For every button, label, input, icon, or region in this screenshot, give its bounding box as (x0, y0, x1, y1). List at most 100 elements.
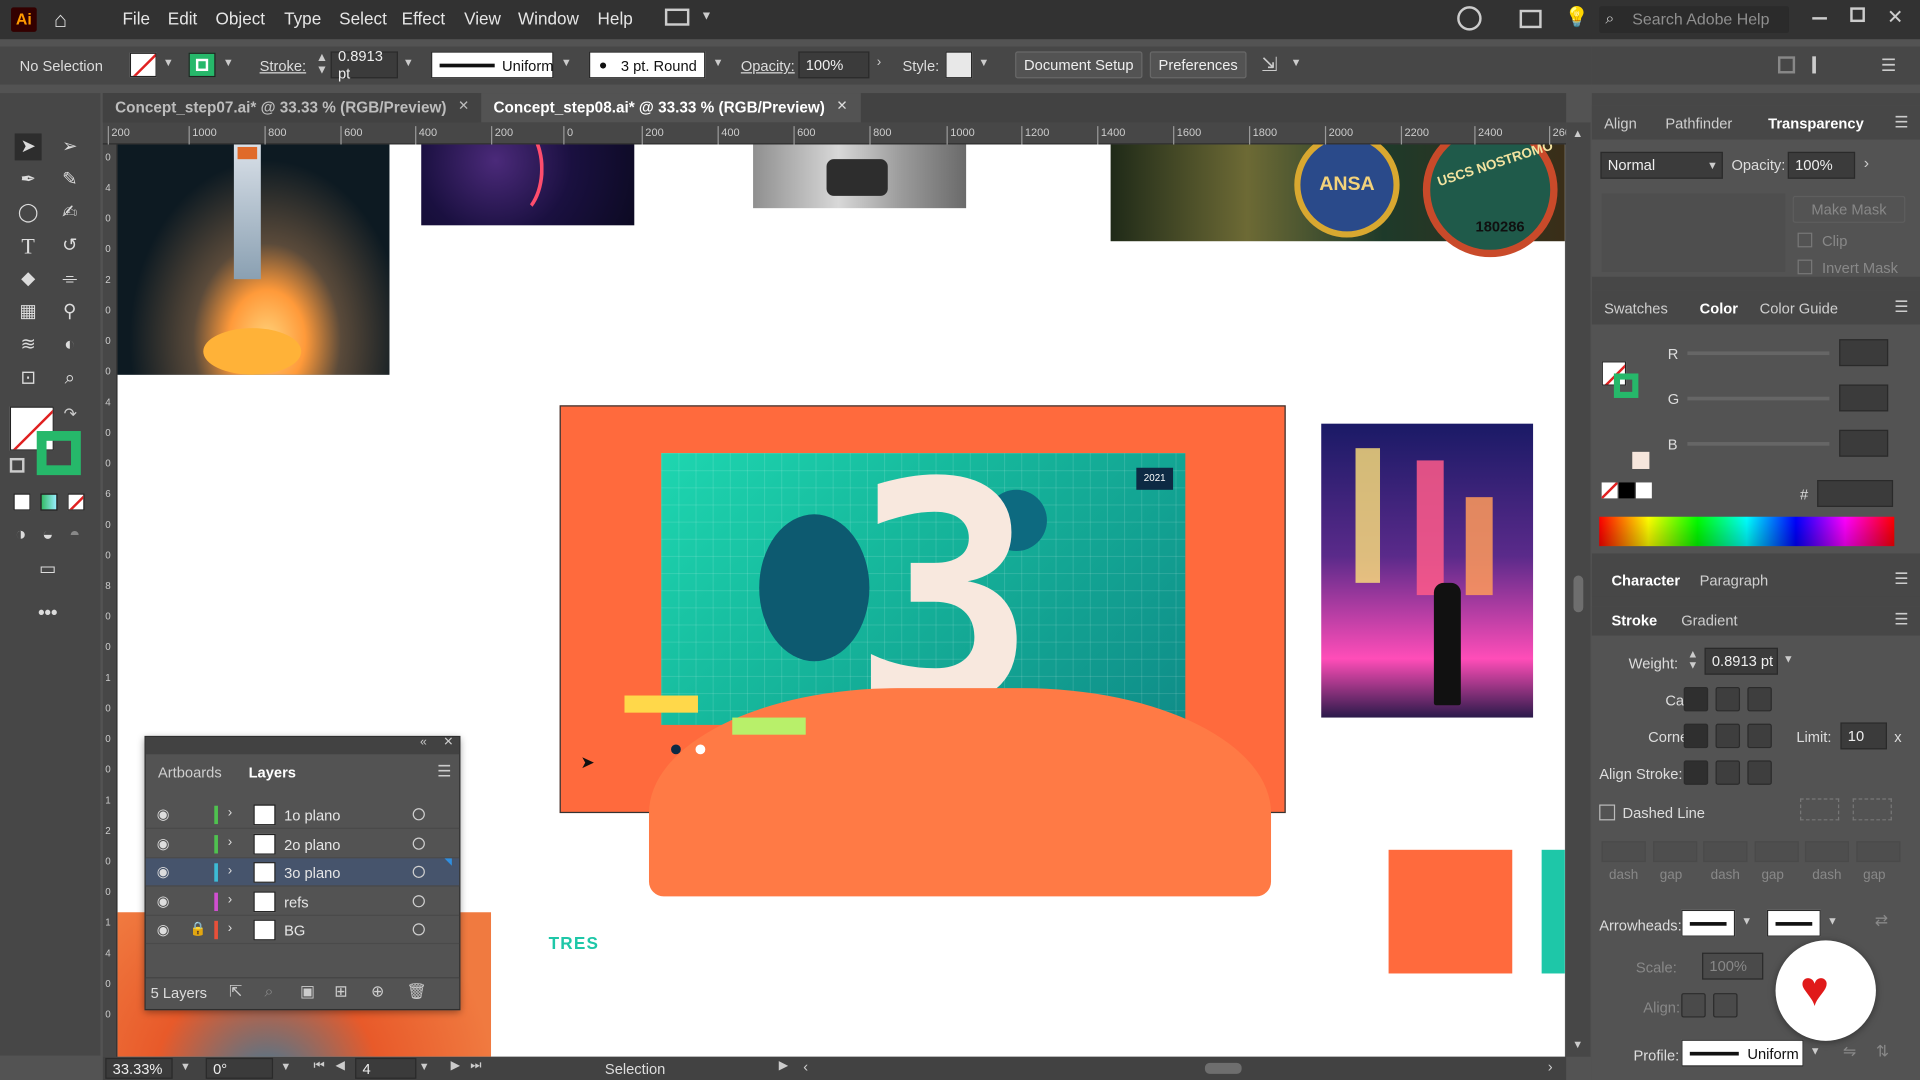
chevron-down-icon[interactable]: ▼ (1291, 56, 1302, 68)
stroke-weight-input[interactable]: 0.8913 pt (330, 48, 398, 82)
end-arrowhead-select[interactable] (1766, 909, 1821, 937)
draw-normal-icon[interactable]: ◑ (7, 522, 34, 549)
target-circle-icon[interactable] (412, 894, 425, 907)
chevron-down-icon[interactable]: ▼ (180, 1060, 191, 1072)
bevel-join-button[interactable] (1747, 723, 1772, 749)
chevron-right-icon[interactable]: › (1864, 153, 1869, 171)
artboard-number-input[interactable]: 4 (355, 1057, 417, 1079)
reference-image-astronaut[interactable] (753, 144, 967, 209)
workspace-switcher-icon[interactable] (664, 8, 690, 26)
blend-mode-select[interactable]: Normal ▼ (1600, 151, 1723, 179)
gradient-mode-icon[interactable] (40, 493, 58, 511)
scroll-left-icon[interactable]: ‹ (803, 1058, 808, 1075)
stroke-green-swatch[interactable] (36, 431, 81, 476)
dash-gap-input[interactable] (1855, 841, 1900, 863)
tab-paragraph[interactable]: Paragraph (1700, 572, 1769, 589)
reference-image-street[interactable] (1321, 423, 1534, 718)
last-artboard-icon[interactable]: ⏭ (470, 1059, 481, 1072)
align-outside-button[interactable] (1747, 760, 1772, 785)
swap-icon[interactable]: ↷ (64, 404, 77, 424)
profile-select[interactable]: Uniform (1681, 1039, 1804, 1067)
tab-align[interactable]: Align (1604, 115, 1637, 132)
type-tool-icon[interactable]: T (15, 233, 42, 260)
r-slider[interactable] (1687, 351, 1830, 356)
prev-artboard-icon[interactable]: ◀ (336, 1059, 345, 1072)
layer-name[interactable]: 3o plano (284, 864, 340, 881)
lasso-tool-icon[interactable]: ⌯ (56, 266, 83, 293)
scroll-down-icon[interactable]: ▼ (1572, 1038, 1583, 1050)
white-chip[interactable] (1635, 482, 1652, 499)
user-icon[interactable] (1457, 6, 1482, 31)
selection-tool-icon[interactable]: ➤ (14, 133, 42, 161)
chevron-right-icon[interactable]: › (228, 921, 232, 936)
vertical-scrollbar[interactable]: ▲ ▼ (1566, 122, 1591, 1057)
r-input[interactable] (1839, 339, 1889, 367)
color-mode-icon[interactable] (13, 493, 31, 511)
tab-character[interactable]: Character (1611, 572, 1680, 589)
dash-align-icon[interactable] (1852, 798, 1892, 821)
next-artboard-icon[interactable]: ▶ (451, 1059, 460, 1072)
rotate-tool-icon[interactable]: ↺ (56, 233, 83, 260)
close-icon[interactable]: ✕ (443, 736, 453, 749)
tab-color[interactable]: Color (1700, 300, 1738, 317)
chevron-down-icon[interactable]: ▼ (163, 56, 174, 68)
arrange-icon[interactable]: ⇲ (1261, 53, 1277, 77)
layer-row[interactable]: ◉ › 3o plano (145, 858, 460, 887)
panel-menu-icon[interactable]: ☰ (1894, 113, 1908, 133)
artboard-tool-icon[interactable]: ⊡ (15, 365, 42, 392)
style-swatch[interactable] (945, 51, 973, 79)
chevron-down-icon[interactable]: ▼ (561, 56, 572, 68)
new-layer-icon[interactable]: ⊕ (371, 982, 384, 1002)
trash-icon[interactable]: 🗑 (407, 982, 427, 1002)
clipping-mask-icon[interactable]: ▣ (300, 982, 315, 1002)
align-inside-button[interactable] (1715, 760, 1741, 785)
tab-layers[interactable]: Layers (249, 764, 296, 781)
orange-swatch[interactable] (1388, 849, 1513, 974)
tab-color-guide[interactable]: Color Guide (1760, 300, 1838, 317)
eye-icon[interactable]: ◉ (157, 807, 174, 822)
eye-icon[interactable]: ◉ (157, 836, 174, 851)
eyedropper-tool-icon[interactable]: ⚲ (56, 299, 83, 326)
stroke-swatch[interactable] (188, 52, 216, 78)
align-icon[interactable] (1777, 56, 1796, 74)
search-field[interactable]: ⌕ Search Adobe Help (1599, 6, 1789, 34)
direct-selection-tool-icon[interactable]: ➢ (56, 133, 83, 160)
paintbrush-tool-icon[interactable]: ✍ (56, 200, 83, 227)
chevron-down-icon[interactable]: ▼ (1827, 915, 1838, 927)
chevron-down-icon[interactable]: ▼ (1741, 915, 1752, 927)
swap-arrowheads-icon[interactable]: ⇄ (1875, 911, 1888, 931)
dash-gap-input[interactable] (1804, 841, 1849, 863)
arrange-documents-icon[interactable] (1519, 9, 1542, 29)
status-menu-icon[interactable]: ▶ (779, 1059, 788, 1072)
draw-inside-icon[interactable]: ◓ (61, 522, 88, 549)
artboard-main[interactable]: 2021 3 (559, 405, 1286, 897)
black-chip[interactable] (1618, 482, 1635, 499)
reference-image-neon[interactable] (421, 144, 635, 226)
dash-gap-input[interactable] (1703, 841, 1748, 863)
fill-swatch[interactable] (129, 52, 157, 78)
b-slider[interactable] (1687, 442, 1830, 446)
g-input[interactable] (1839, 384, 1889, 412)
close-icon[interactable]: ✕ (1887, 5, 1903, 29)
tab-stroke[interactable]: Stroke (1611, 612, 1657, 629)
dashed-line-checkbox[interactable] (1599, 804, 1616, 821)
chevron-down-icon[interactable]: ▼ (223, 56, 234, 68)
tab-transparency[interactable]: Transparency (1768, 115, 1864, 132)
panel-menu-icon[interactable]: ☰ (1894, 298, 1908, 318)
b-input[interactable] (1839, 429, 1889, 457)
locate-object-icon[interactable]: ⌕ (264, 982, 273, 1002)
warp-tool-icon[interactable]: ≋ (15, 332, 42, 359)
miter-join-button[interactable] (1683, 723, 1709, 749)
menu-view[interactable]: View (464, 9, 501, 29)
align-center-button[interactable] (1683, 760, 1709, 785)
chevron-down-icon[interactable]: ▼ (700, 10, 712, 23)
menu-object[interactable]: Object (216, 9, 266, 29)
round-join-button[interactable] (1715, 723, 1741, 749)
close-icon[interactable]: ✕ (836, 98, 847, 114)
none-mode-icon[interactable] (67, 493, 85, 511)
clip-checkbox[interactable] (1797, 232, 1813, 248)
layer-row[interactable]: ◉ 🔒 › BG (145, 916, 460, 945)
export-icon[interactable]: ⇱ (229, 982, 242, 1002)
weight-input[interactable]: 0.8913 pt (1704, 647, 1778, 675)
chevron-down-icon[interactable]: ▼ (978, 56, 989, 68)
